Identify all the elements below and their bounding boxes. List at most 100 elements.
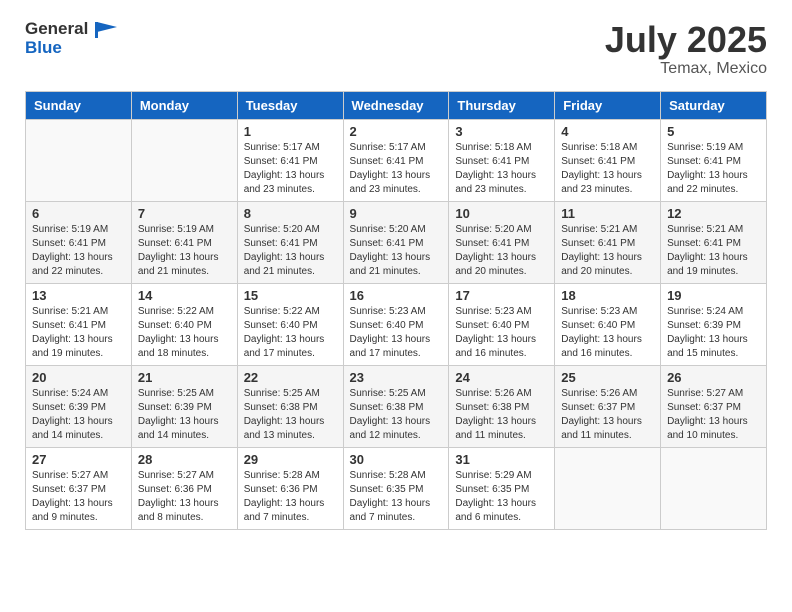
day-number: 5 [667,124,760,139]
calendar-week-row: 13Sunrise: 5:21 AMSunset: 6:41 PMDayligh… [26,283,767,365]
day-info: Sunrise: 5:24 AMSunset: 6:39 PMDaylight:… [32,387,125,443]
day-info: Sunrise: 5:18 AMSunset: 6:41 PMDaylight:… [455,141,548,197]
calendar-day-cell: 19 Sunrise: 5:24 AMSunset: 6:39 PMDayligh… [661,283,767,365]
calendar-day-cell: 2Sunrise: 5:17 AMSunset: 6:41 PMDaylight… [343,119,449,201]
day-number: 17 [455,288,548,303]
day-info: Sunrise: 5:22 AMSunset: 6:40 PMDaylight:… [138,305,231,361]
calendar-day-cell [661,447,767,529]
calendar-week-row: 27 Sunrise: 5:27 AMSunset: 6:37 PMDayligh… [26,447,767,529]
calendar-day-cell: 28 Sunrise: 5:27 AMSunset: 6:36 PMDayligh… [131,447,237,529]
day-number: 27 [32,452,125,467]
calendar-table: SundayMondayTuesdayWednesdayThursdayFrid… [25,91,767,530]
day-of-week-header: Monday [131,91,237,119]
day-info: Sunrise: 5:19 AMSunset: 6:41 PMDaylight:… [32,223,125,279]
calendar-day-cell: 3 Sunrise: 5:18 AMSunset: 6:41 PMDaylight… [449,119,555,201]
day-number: 13 [32,288,125,303]
day-info: Sunrise: 5:25 AMSunset: 6:39 PMDaylight:… [138,387,231,443]
calendar-day-cell: 23 Sunrise: 5:25 AMSunset: 6:38 PMDayligh… [343,365,449,447]
calendar-day-cell: 20 Sunrise: 5:24 AMSunset: 6:39 PMDayligh… [26,365,132,447]
day-number: 24 [455,370,548,385]
location-title: Temax, Mexico [605,60,767,78]
day-number: 9 [350,206,443,221]
calendar-day-cell: 5 Sunrise: 5:19 AMSunset: 6:41 PMDaylight… [661,119,767,201]
day-info: Sunrise: 5:18 AMSunset: 6:41 PMDaylight:… [561,141,654,197]
logo: General Blue [25,20,117,57]
day-number: 12 [667,206,760,221]
day-info: Sunrise: 5:23 AMSunset: 6:40 PMDaylight:… [350,305,443,361]
day-of-week-header: Sunday [26,91,132,119]
day-number: 6 [32,206,125,221]
calendar-week-row: 6 Sunrise: 5:19 AMSunset: 6:41 PMDaylight… [26,201,767,283]
day-info: Sunrise: 5:26 AMSunset: 6:37 PMDaylight:… [561,387,654,443]
calendar-day-cell: 24 Sunrise: 5:26 AMSunset: 6:38 PMDayligh… [449,365,555,447]
day-number: 30 [350,452,443,467]
day-info: Sunrise: 5:17 AMSunset: 6:41 PMDaylight:… [244,141,337,197]
day-number: 20 [32,370,125,385]
day-info: Sunrise: 5:25 AMSunset: 6:38 PMDaylight:… [350,387,443,443]
day-info: Sunrise: 5:19 AMSunset: 6:41 PMDaylight:… [667,141,760,197]
title-block: July 2025 Temax, Mexico [605,20,767,78]
calendar-day-cell: 14 Sunrise: 5:22 AMSunset: 6:40 PMDayligh… [131,283,237,365]
day-number: 10 [455,206,548,221]
day-info: Sunrise: 5:24 AMSunset: 6:39 PMDaylight:… [667,305,760,361]
calendar-day-cell: 17 Sunrise: 5:23 AMSunset: 6:40 PMDayligh… [449,283,555,365]
day-number: 26 [667,370,760,385]
calendar-week-row: 20 Sunrise: 5:24 AMSunset: 6:39 PMDayligh… [26,365,767,447]
day-info: Sunrise: 5:20 AMSunset: 6:41 PMDaylight:… [350,223,443,279]
day-number: 23 [350,370,443,385]
calendar-day-cell: 25Sunrise: 5:26 AMSunset: 6:37 PMDayligh… [555,365,661,447]
day-info: Sunrise: 5:19 AMSunset: 6:41 PMDaylight:… [138,223,231,279]
day-number: 8 [244,206,337,221]
calendar-day-cell: 16 Sunrise: 5:23 AMSunset: 6:40 PMDayligh… [343,283,449,365]
day-info: Sunrise: 5:20 AMSunset: 6:41 PMDaylight:… [455,223,548,279]
day-number: 16 [350,288,443,303]
day-number: 31 [455,452,548,467]
day-number: 18 [561,288,654,303]
day-number: 28 [138,452,231,467]
day-number: 21 [138,370,231,385]
calendar-day-cell: 26 Sunrise: 5:27 AMSunset: 6:37 PMDayligh… [661,365,767,447]
day-number: 3 [455,124,548,139]
day-number: 19 [667,288,760,303]
calendar-week-row: 1 Sunrise: 5:17 AMSunset: 6:41 PMDaylight… [26,119,767,201]
day-info: Sunrise: 5:21 AMSunset: 6:41 PMDaylight:… [561,223,654,279]
day-info: Sunrise: 5:27 AMSunset: 6:37 PMDaylight:… [667,387,760,443]
logo-flag-icon [95,22,117,38]
calendar-day-cell: 29Sunrise: 5:28 AMSunset: 6:36 PMDayligh… [237,447,343,529]
day-number: 14 [138,288,231,303]
day-of-week-header: Friday [555,91,661,119]
day-number: 11 [561,206,654,221]
calendar-day-cell: 10 Sunrise: 5:20 AMSunset: 6:41 PMDayligh… [449,201,555,283]
day-info: Sunrise: 5:25 AMSunset: 6:38 PMDaylight:… [244,387,337,443]
calendar-day-cell: 27 Sunrise: 5:27 AMSunset: 6:37 PMDayligh… [26,447,132,529]
day-info: Sunrise: 5:26 AMSunset: 6:38 PMDaylight:… [455,387,548,443]
day-of-week-header: Wednesday [343,91,449,119]
day-info: Sunrise: 5:20 AMSunset: 6:41 PMDaylight:… [244,223,337,279]
day-of-week-header: Tuesday [237,91,343,119]
calendar-day-cell: 18Sunrise: 5:23 AMSunset: 6:40 PMDayligh… [555,283,661,365]
day-info: Sunrise: 5:27 AMSunset: 6:36 PMDaylight:… [138,469,231,525]
day-info: Sunrise: 5:23 AMSunset: 6:40 PMDaylight:… [455,305,548,361]
page-header: General Blue July 2025 Temax, Mexico [10,10,782,83]
calendar-day-cell: 8 Sunrise: 5:20 AMSunset: 6:41 PMDaylight… [237,201,343,283]
day-number: 4 [561,124,654,139]
day-info: Sunrise: 5:28 AMSunset: 6:36 PMDaylight:… [244,469,337,525]
calendar-day-cell: 22Sunrise: 5:25 AMSunset: 6:38 PMDayligh… [237,365,343,447]
calendar-day-cell: 30 Sunrise: 5:28 AMSunset: 6:35 PMDayligh… [343,447,449,529]
calendar-day-cell: 1 Sunrise: 5:17 AMSunset: 6:41 PMDaylight… [237,119,343,201]
day-info: Sunrise: 5:28 AMSunset: 6:35 PMDaylight:… [350,469,443,525]
day-number: 1 [244,124,337,139]
calendar-day-cell [131,119,237,201]
calendar-day-cell: 9 Sunrise: 5:20 AMSunset: 6:41 PMDaylight… [343,201,449,283]
calendar-day-cell [26,119,132,201]
day-number: 15 [244,288,337,303]
day-info: Sunrise: 5:22 AMSunset: 6:40 PMDaylight:… [244,305,337,361]
day-of-week-header: Saturday [661,91,767,119]
day-info: Sunrise: 5:27 AMSunset: 6:37 PMDaylight:… [32,469,125,525]
calendar-header-row: SundayMondayTuesdayWednesdayThursdayFrid… [26,91,767,119]
logo-blue: Blue [25,39,117,58]
day-number: 7 [138,206,231,221]
calendar-day-cell: 4 Sunrise: 5:18 AMSunset: 6:41 PMDaylight… [555,119,661,201]
day-info: Sunrise: 5:29 AMSunset: 6:35 PMDaylight:… [455,469,548,525]
calendar-day-cell: 13Sunrise: 5:21 AMSunset: 6:41 PMDayligh… [26,283,132,365]
